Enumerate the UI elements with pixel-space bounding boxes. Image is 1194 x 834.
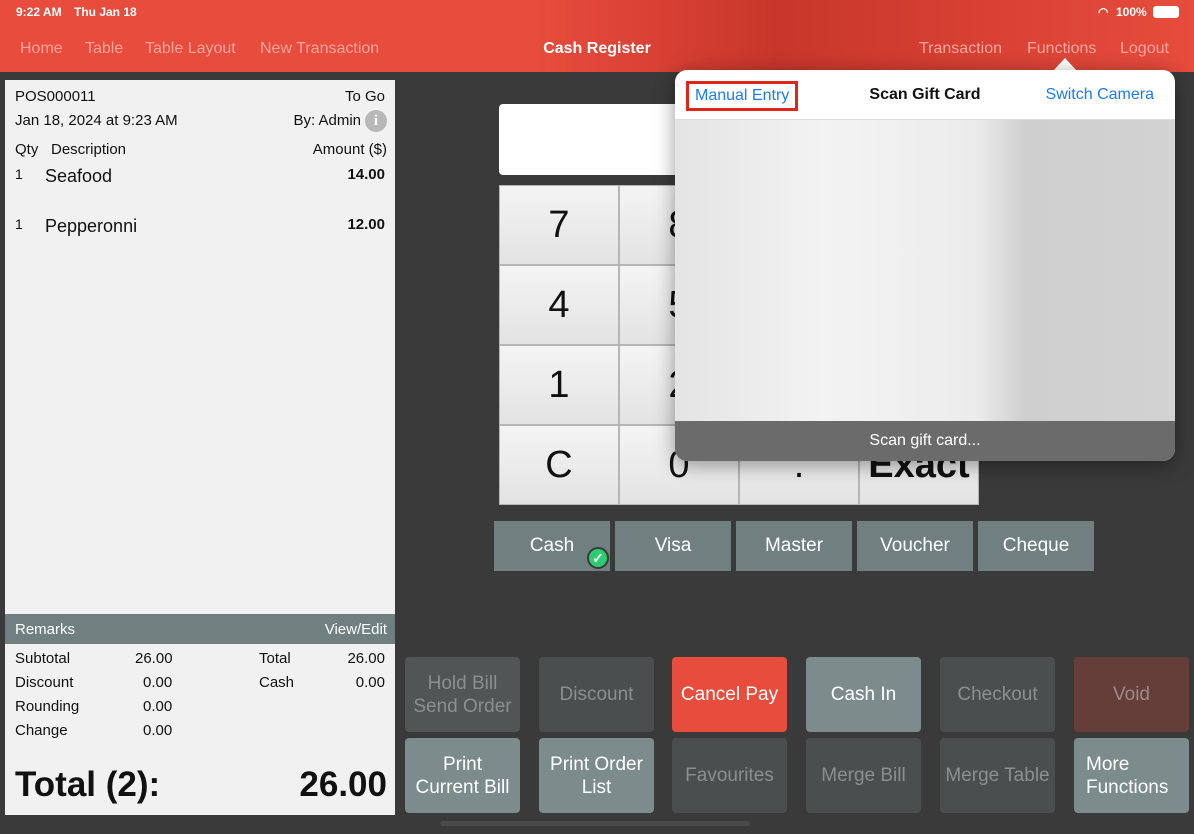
payment-voucher[interactable]: Voucher [857,521,973,571]
header-qty: Qty [15,141,39,158]
remarks-bar: Remarks View/Edit [5,614,395,644]
receipt-id: POS000011 [15,88,96,105]
horizontal-scrollbar[interactable] [440,821,750,826]
merge-bill-button[interactable]: Merge Bill [806,738,921,813]
battery-icon [1153,6,1179,18]
nav-logout[interactable]: Logout [1120,40,1169,58]
hold-bill-button[interactable]: Hold Bill Send Order [405,657,520,732]
favourites-button[interactable]: Favourites [672,738,787,813]
discount-value: 0.00 [143,674,173,691]
item-desc: Seafood [45,166,113,186]
item-qty: 1 [15,166,23,182]
scan-gift-card-popover: Manual Entry Scan Gift Card Switch Camer… [675,70,1175,461]
total-value: 26.00 [347,650,385,667]
checkmark-icon: ✓ [587,547,609,569]
merge-table-button[interactable]: Merge Table [940,738,1055,813]
item-amount: 12.00 [347,216,385,233]
key-clear[interactable]: C [499,425,619,505]
total-label: Total [259,650,291,667]
receipt-panel: POS000011 To Go Jan 18, 2024 at 9:23 AM … [5,80,395,815]
grand-total-label: Total (2): [15,765,161,804]
rounding-label: Rounding [15,698,80,715]
switch-camera-button[interactable]: Switch Camera [1046,86,1154,104]
receipt-by: By: Admin [293,112,361,129]
popover-header: Manual Entry Scan Gift Card Switch Camer… [675,70,1175,120]
scan-status: Scan gift card... [675,421,1175,461]
subtotal-value: 26.00 [135,650,173,667]
battery-level: 100% [1116,5,1147,19]
page-title: Cash Register [543,40,651,57]
cancel-pay-button[interactable]: Cancel Pay [672,657,787,732]
view-edit-link[interactable]: View/Edit [325,621,387,638]
payment-master[interactable]: Master [736,521,852,571]
status-date: Thu Jan 18 [74,5,137,19]
cash-label: Cash [259,674,295,691]
change-label: Change [15,722,68,739]
rounding-value: 0.00 [143,698,173,715]
top-bar: 9:22 AM Thu Jan 18 ◠ 100% Home Table Tab… [0,0,1194,72]
info-icon[interactable]: i [365,110,387,132]
cash-value: 0.00 [355,674,385,691]
more-functions-button[interactable]: More Functions [1074,738,1189,813]
item-desc: Pepperonni [45,216,138,236]
header-description: Description [51,141,127,158]
header-amount: Amount ($) [312,141,387,158]
order-type: To Go [344,88,385,105]
discount-button[interactable]: Discount [539,657,654,732]
change-value: 0.00 [143,722,173,739]
void-button[interactable]: Void [1074,657,1189,732]
receipt-datetime: Jan 18, 2024 at 9:23 AM [15,112,178,129]
checkout-button[interactable]: Checkout [940,657,1055,732]
key-1[interactable]: 1 [499,345,619,425]
grand-total-value: 26.00 [299,765,387,804]
nav-functions[interactable]: Functions [1027,40,1096,58]
key-4[interactable]: 4 [499,265,619,345]
subtotal-label: Subtotal [15,650,71,667]
item-qty: 1 [15,216,23,232]
print-order-list-button[interactable]: Print Order List [539,738,654,813]
remarks-label: Remarks [15,621,76,638]
manual-entry-button[interactable]: Manual Entry [686,81,799,111]
key-7[interactable]: 7 [499,185,619,265]
discount-label: Discount [15,674,74,691]
cash-in-button[interactable]: Cash In [806,657,921,732]
wifi-icon: ◠ [1098,5,1109,19]
item-amount: 14.00 [347,166,385,183]
payment-visa[interactable]: Visa [615,521,731,571]
camera-preview [675,120,1175,421]
print-current-bill-button[interactable]: Print Current Bill [405,738,520,813]
status-time: 9:22 AM [16,5,62,19]
payment-cheque[interactable]: Cheque [978,521,1094,571]
nav-transaction[interactable]: Transaction [919,40,1002,58]
